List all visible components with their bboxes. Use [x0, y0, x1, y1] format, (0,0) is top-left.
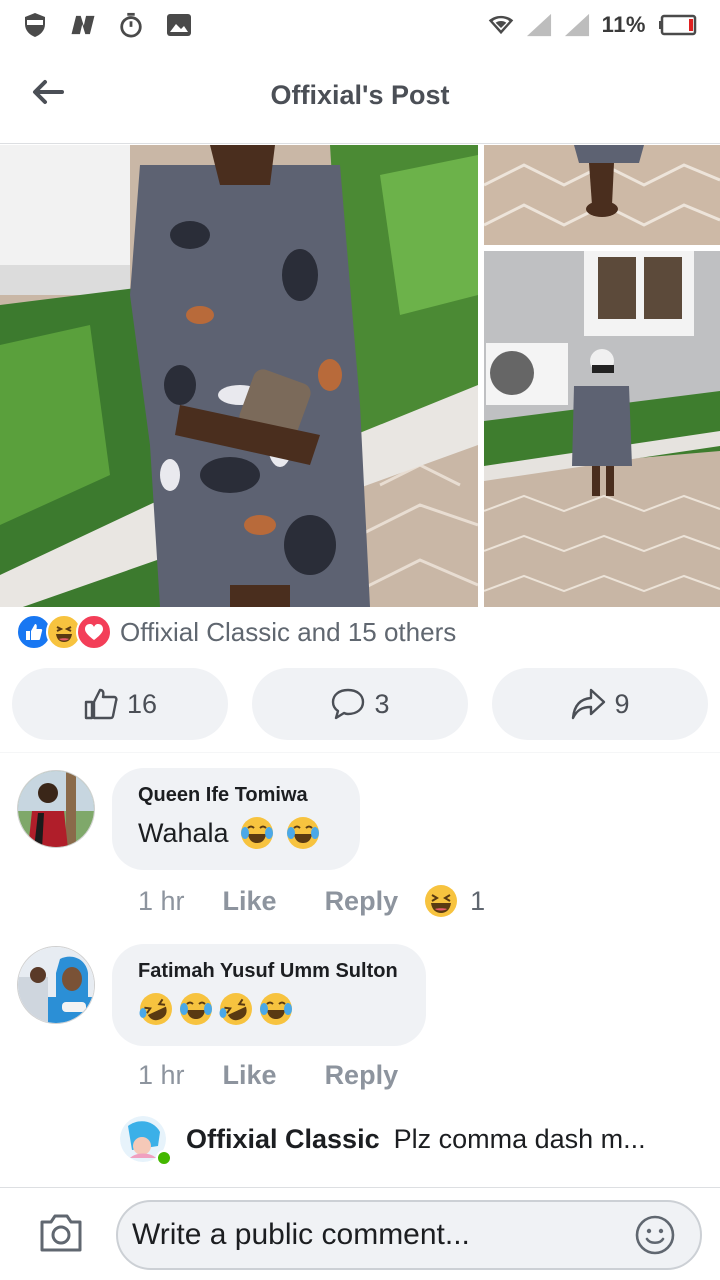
- reply-author[interactable]: Offixial Classic: [186, 1124, 380, 1155]
- post-photo-bottom-right[interactable]: [484, 251, 720, 607]
- online-status-indicator: [156, 1150, 172, 1166]
- tears-of-joy-icon: [180, 993, 212, 1025]
- wifi-icon: [488, 12, 514, 38]
- n-app-icon: [70, 12, 96, 38]
- comment-icon: [332, 688, 365, 720]
- tears-of-joy-icon: [286, 817, 319, 849]
- comment-reply-button[interactable]: Reply: [325, 886, 399, 917]
- battery-icon: [658, 12, 698, 38]
- reactions-summary[interactable]: Offixial Classic and 15 others: [16, 610, 456, 654]
- comment-bubble: Queen Ife Tomiwa Wahala: [112, 768, 360, 870]
- tears-of-joy-icon: [240, 817, 273, 849]
- comment-text-label: Wahala: [138, 817, 229, 848]
- post-photo-top-right[interactable]: [484, 145, 720, 245]
- comment-item: Fatimah Yusuf Umm Sulton 1 hr Like Reply: [0, 944, 720, 1104]
- post-header: Offixial's Post: [0, 50, 720, 144]
- post-photo-main[interactable]: [0, 145, 478, 607]
- battery-percent: 11%: [601, 12, 646, 37]
- stopwatch-icon: [118, 12, 144, 38]
- thumbs-up-icon: [84, 688, 118, 720]
- camera-button[interactable]: [38, 1212, 84, 1254]
- comment-composer: [0, 1187, 720, 1280]
- post-photos: [0, 145, 720, 607]
- comment-reply-button[interactable]: Reply: [325, 1060, 399, 1091]
- tears-of-joy-icon: [260, 993, 292, 1025]
- like-count: 16: [126, 688, 158, 719]
- comment-button[interactable]: 3: [252, 668, 468, 740]
- signal-icon: [564, 12, 590, 38]
- comment-text: Wahala: [138, 815, 334, 851]
- comment-bubble: Fatimah Yusuf Umm Sulton: [112, 944, 426, 1046]
- comment-author[interactable]: Queen Ife Tomiwa: [138, 784, 334, 807]
- haha-icon: [425, 885, 458, 917]
- comment-meta: 1 hr Like Reply: [138, 1060, 424, 1091]
- page-title: Offixial's Post: [270, 80, 450, 110]
- comment-time: 1 hr: [138, 885, 185, 916]
- rolling-laughing-icon: [219, 993, 252, 1025]
- reply-text: Plz comma dash m...: [393, 1123, 646, 1154]
- comment-meta: 1 hr Like Reply 1: [138, 884, 485, 918]
- signal-icon: [526, 12, 552, 38]
- like-button[interactable]: 16: [12, 668, 228, 740]
- share-button[interactable]: 9: [492, 668, 708, 740]
- comment-like-button[interactable]: Like: [223, 1060, 277, 1091]
- reactions-summary-text: Offixial Classic and 15 others: [120, 616, 457, 647]
- comment-time: 1 hr: [138, 1060, 185, 1090]
- comment-like-button[interactable]: Like: [223, 886, 277, 917]
- avatar: [120, 1116, 172, 1166]
- camera-icon: [40, 1214, 82, 1252]
- reply-preview[interactable]: Offixial Classic Plz comma dash m...: [120, 1114, 700, 1166]
- comment-text: [138, 991, 400, 1027]
- comment-count: 3: [374, 688, 390, 719]
- avatar[interactable]: [17, 770, 95, 848]
- post-actions: 16 3 9: [12, 668, 708, 742]
- status-bar: 11%: [0, 0, 720, 50]
- shield-icon: [22, 12, 48, 38]
- share-count: 9: [614, 688, 630, 719]
- avatar[interactable]: [17, 946, 95, 1024]
- divider: [0, 752, 720, 753]
- comment-author[interactable]: Fatimah Yusuf Umm Sulton: [138, 960, 400, 983]
- love-icon: [76, 614, 112, 650]
- comment-reaction-count[interactable]: 1: [470, 886, 485, 917]
- comment-input[interactable]: [116, 1200, 702, 1270]
- smiley-icon: [635, 1215, 675, 1255]
- emoji-button[interactable]: [634, 1214, 676, 1256]
- rolling-laughing-icon: [139, 993, 172, 1025]
- share-arrow-icon: [572, 688, 606, 720]
- image-icon: [166, 12, 192, 38]
- comment-item: Queen Ife Tomiwa Wahala 1 hr Like Reply …: [0, 768, 720, 928]
